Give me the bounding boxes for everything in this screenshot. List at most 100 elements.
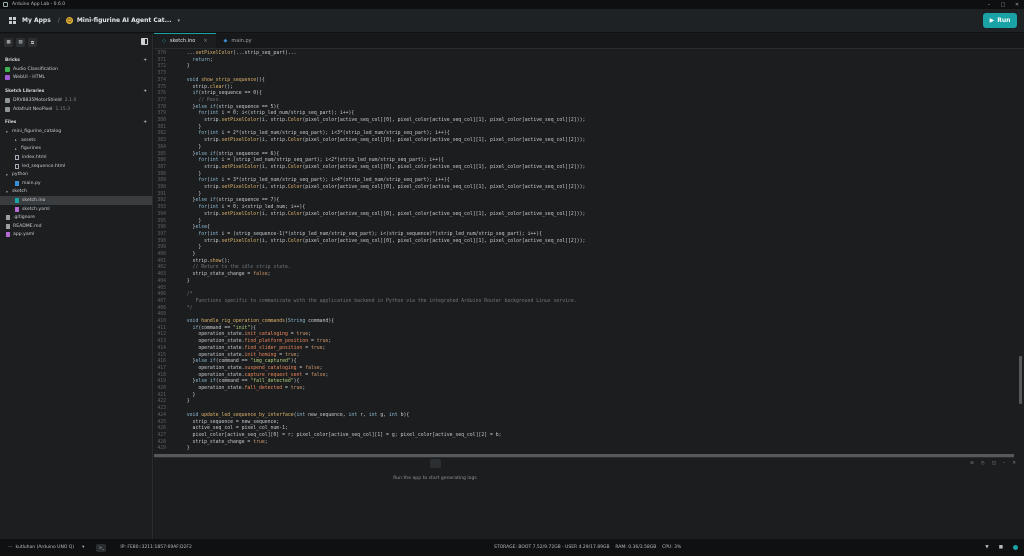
file-icon — [15, 163, 19, 169]
file-item[interactable]: index.html — [0, 153, 152, 162]
app-emoji-icon: 😊 — [65, 17, 73, 24]
file-label: index.html — [22, 154, 47, 160]
code-line: strip.setPixelColor(i, strip.Color(pixel… — [181, 164, 586, 170]
file-item[interactable]: README.md — [0, 222, 152, 231]
copy-icon[interactable]: ⧉ — [28, 38, 37, 47]
code-line: void handle_rig_operation_commands(Strin… — [186, 319, 335, 324]
add-library-icon[interactable]: + — [143, 89, 147, 94]
file-item[interactable]: .gitignore — [0, 213, 152, 222]
line-number: 376 — [157, 91, 166, 97]
minimize-panel-icon[interactable]: – — [1003, 461, 1005, 466]
minimize-icon[interactable]: – — [982, 0, 996, 9]
new-file-icon[interactable]: ▦ — [4, 38, 13, 47]
clear-console-icon[interactable]: ⊘ — [970, 461, 974, 466]
line-number: 378 — [157, 104, 166, 110]
library-icon — [5, 106, 10, 112]
file-icon — [15, 180, 19, 186]
add-file-icon[interactable]: + — [143, 120, 147, 125]
run-button[interactable]: ▶ Run — [983, 13, 1017, 28]
notifications-icon[interactable]: ▼ — [985, 545, 988, 550]
collapse-sidebar-icon[interactable] — [141, 38, 148, 45]
close-tab-icon[interactable]: × — [203, 38, 207, 44]
line-number: 388 — [157, 171, 166, 177]
editor-vertical-scrollbar[interactable] — [1019, 356, 1022, 404]
code-editor[interactable]: 370 ...setPixelColor(...strip_seq_part).… — [154, 50, 1024, 453]
add-brick-icon[interactable]: + — [143, 58, 147, 63]
brick-item[interactable]: WebUI - HTML — [0, 74, 152, 83]
line-number: 407 — [157, 298, 166, 304]
line-number: 422 — [157, 399, 166, 405]
status-right-icons: ▼ ■ — [985, 545, 1018, 550]
code-line: } — [181, 278, 190, 284]
line-number: 379 — [157, 111, 166, 117]
line-number: 375 — [157, 84, 166, 90]
code-line: }else if(strip_sequence == 6){ — [181, 151, 280, 157]
editor-horizontal-scrollbar[interactable] — [154, 454, 1014, 458]
file-tree: ▾ mini_figurine_catalog ▸ assets ▸ figurines i… — [0, 127, 152, 239]
apps-grid-icon[interactable] — [9, 17, 16, 24]
file-item[interactable]: main.py — [0, 179, 152, 188]
brick-label: WebUI - HTML — [13, 75, 46, 81]
code-line: strip.setPixelColor(i, strip.Color(pixel… — [181, 138, 586, 144]
line-number: 384 — [157, 144, 166, 150]
code-line: }else if(strip_sequence == 5){ — [181, 104, 280, 110]
libraries-header-label: Sketch Libraries — [5, 89, 45, 95]
tab-sketch-ino[interactable]: ◇ sketch.ino × — [154, 33, 216, 48]
file-item[interactable]: led_sequence.html — [0, 162, 152, 171]
library-item[interactable]: Adafruit NeoPixel 1.15.3 — [0, 105, 152, 114]
board-name: kutluhan (Arduino UNO Q) — [15, 545, 75, 550]
files-section-header[interactable]: Files + — [0, 118, 152, 127]
board-selector[interactable]: ⋯ kutluhan (Arduino UNO Q) ▾ — [8, 545, 84, 550]
code-line: operation_state.init_homing = true; — [181, 352, 300, 358]
maximize-icon[interactable]: □ — [996, 0, 1010, 9]
file-label: sketch.ino — [22, 197, 46, 203]
folder-item[interactable]: ▾ python — [0, 170, 152, 179]
help-icon[interactable]: ■ — [999, 545, 1003, 550]
code-line: } — [181, 446, 190, 452]
library-item[interactable]: DRV8835MotorShield 2.1.0 — [0, 96, 152, 105]
line-number: 391 — [157, 191, 166, 197]
file-icon — [6, 215, 10, 221]
chevron-down-icon[interactable]: ▾ — [177, 18, 180, 24]
line-number: 397 — [157, 231, 166, 237]
line-number: 371 — [157, 57, 166, 63]
tab-main-py[interactable]: ◆ main.py — [216, 33, 260, 48]
line-number: 418 — [157, 372, 166, 378]
app-name[interactable]: Mini-figurine AI Agent Cat... — [77, 17, 172, 24]
folder-item[interactable]: ▾ sketch — [0, 188, 152, 197]
editor-area: ◇ sketch.ino × ◆ main.py 370 ...setPixelColo… — [154, 33, 1024, 539]
file-item[interactable]: sketch.yaml — [0, 205, 152, 214]
console-empty-state: Run the app to start generating logs — [380, 459, 490, 481]
code-line: */ — [181, 305, 193, 311]
libraries-section-header[interactable]: Sketch Libraries + — [0, 87, 152, 96]
bricks-header-label: Bricks — [5, 58, 20, 63]
close-icon[interactable]: ✕ — [1010, 0, 1024, 9]
code-line: Functions specific to communicate with t… — [181, 298, 577, 304]
terminal-button[interactable]: >_ — [96, 543, 107, 552]
code-line: for(int i = (strip_sequence-1)*(strip_le… — [198, 231, 543, 237]
terminal-icon — [429, 459, 441, 468]
new-folder-icon[interactable]: ▧ — [16, 38, 25, 47]
split-icon[interactable]: ◫ — [992, 461, 996, 466]
code-line: } — [181, 64, 190, 70]
brick-item[interactable]: Audio Classification — [0, 65, 152, 74]
file-label: sketch — [12, 189, 27, 195]
line-number: 423 — [157, 406, 166, 412]
bricks-section-header[interactable]: Bricks + — [0, 56, 152, 65]
line-number: 381 — [157, 124, 166, 130]
code-line: operation_state.find_slider_position = t… — [181, 345, 326, 351]
my-apps-link[interactable]: My Apps — [22, 17, 51, 24]
file-label: assets — [21, 137, 36, 143]
close-panel-icon[interactable]: ✕ — [1012, 461, 1016, 466]
code-line: if(strip_sequence == 0){ — [192, 91, 262, 97]
file-item[interactable]: app.yaml — [0, 231, 152, 240]
code-line: operation_state.capture_request_sent = f… — [181, 372, 329, 378]
line-number: 373 — [157, 71, 166, 77]
folder-item[interactable]: ▸ assets — [0, 136, 152, 145]
folder-item[interactable]: ▾ mini_figurine_catalog — [0, 127, 152, 136]
folder-item[interactable]: ▸ figurines — [0, 145, 152, 154]
library-label: DRV8835MotorShield — [13, 97, 62, 103]
file-item[interactable]: sketch.ino — [0, 196, 152, 205]
line-number: 403 — [157, 272, 166, 278]
timer-icon[interactable]: ◷ — [981, 461, 985, 466]
